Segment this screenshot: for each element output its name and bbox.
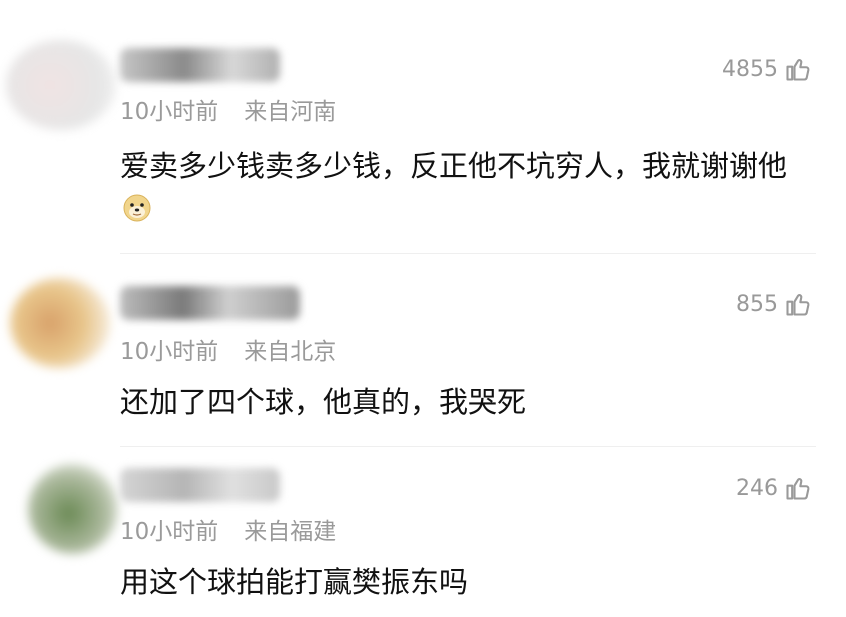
comment-item: 10小时前 来自福建 246 用这个球拍能打赢樊振东吗 [0,446,846,617]
doge-emoji-icon [122,191,152,236]
comment-time: 10小时前 [120,519,219,545]
comment-text: 用这个球拍能打赢樊振东吗 [120,565,469,599]
comment-time: 10小时前 [120,339,219,365]
thumbs-up-icon [786,477,810,500]
comment-meta: 10小时前 来自河南 [120,92,336,126]
thumbs-up-icon [786,293,810,316]
divider [120,253,816,254]
like-button[interactable]: 855 [736,290,812,318]
like-count: 4855 [722,56,778,82]
like-button[interactable]: 246 [736,474,812,502]
comment-text: 还加了四个球，他真的，我哭死 [120,385,527,419]
comment-location: 来自福建 [244,519,337,545]
avatar[interactable] [6,40,116,130]
comment-meta: 10小时前 来自福建 [120,512,336,546]
username-blurred[interactable] [120,468,280,502]
comment-text: 爱卖多少钱卖多少钱，反正他不坑穷人，我就谢谢他 [120,144,812,236]
comment-location: 来自北京 [244,339,337,365]
avatar[interactable] [28,464,118,554]
comment-meta: 10小时前 来自北京 [120,332,336,366]
thumbs-up-icon [786,58,810,81]
like-count: 246 [736,475,778,501]
comment-location: 来自河南 [244,99,337,125]
comment-item: 10小时前 来自河南 4855 爱卖多少钱卖多少钱，反正他不坑穷人，我就谢谢他 [0,0,846,250]
comment-item: 10小时前 来自北京 855 还加了四个球，他真的，我哭死 [0,256,846,446]
username-blurred[interactable] [120,286,300,320]
avatar[interactable] [10,278,110,368]
username-blurred[interactable] [120,48,280,82]
like-button[interactable]: 4855 [722,55,812,83]
comment-time: 10小时前 [120,99,219,125]
like-count: 855 [736,291,778,317]
